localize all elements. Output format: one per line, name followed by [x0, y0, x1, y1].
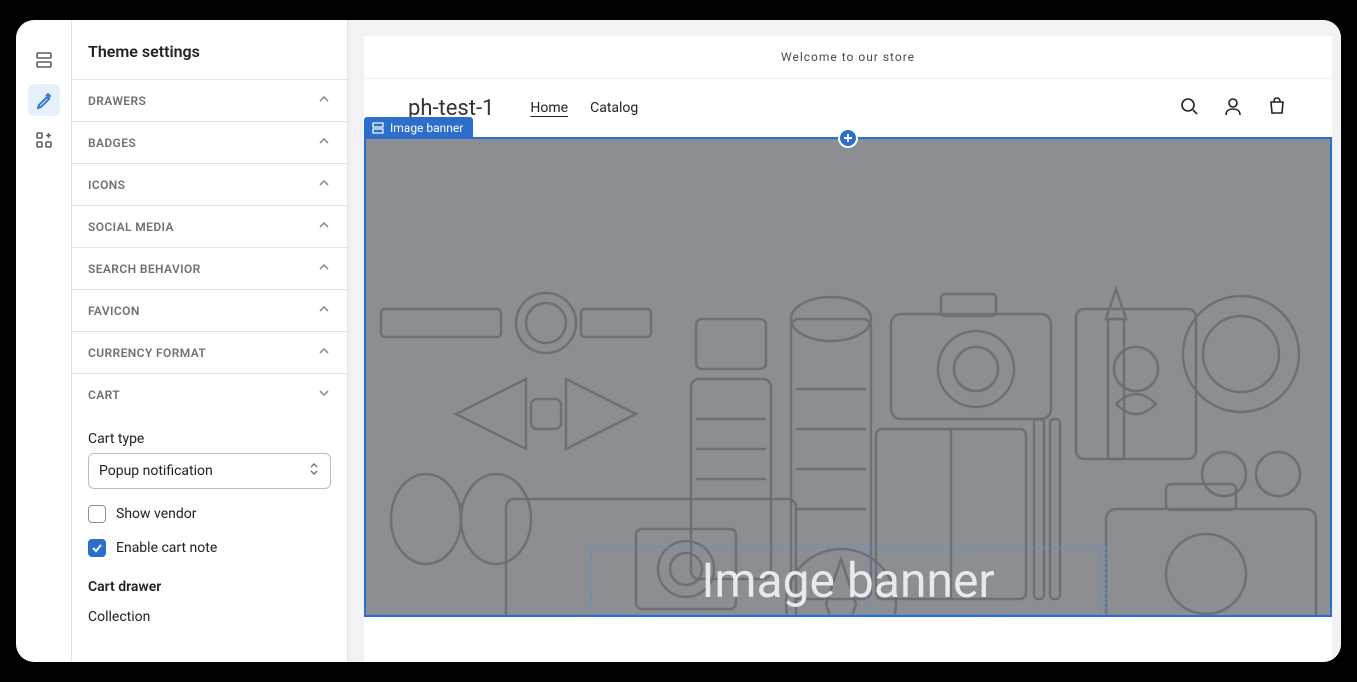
sections-tab-icon[interactable] — [28, 44, 60, 76]
settings-sidebar: Theme settings DRAWERS BADGES ICONS SOCI… — [72, 20, 348, 662]
show-vendor-label: Show vendor — [116, 506, 196, 522]
sidebar-title: Theme settings — [72, 20, 347, 79]
add-block-button[interactable] — [838, 128, 858, 148]
app-window: Theme settings DRAWERS BADGES ICONS SOCI… — [16, 20, 1341, 662]
chevron-down-icon — [317, 386, 331, 403]
section-badges[interactable]: BADGES — [72, 121, 347, 163]
section-cart[interactable]: CART — [72, 373, 347, 415]
section-label: FAVICON — [88, 304, 140, 318]
cart-icon[interactable] — [1266, 95, 1288, 121]
doodle-watchband — [376, 289, 656, 359]
banner-placeholder-image: Image banner — [366, 139, 1330, 615]
section-pill-label: Image banner — [390, 121, 463, 135]
doodle-bowtie — [446, 369, 646, 459]
show-vendor-row: Show vendor — [88, 505, 331, 523]
chevron-up-icon — [317, 260, 331, 277]
section-label: BADGES — [88, 136, 136, 150]
select-stepper-icon — [308, 461, 320, 481]
chevron-up-icon — [317, 344, 331, 361]
section-label: DRAWERS — [88, 94, 146, 108]
doodle-mug — [1176, 289, 1306, 419]
search-icon[interactable] — [1178, 95, 1200, 121]
storefront-preview: Welcome to our store ph-test-1 Home Cata… — [364, 36, 1332, 662]
plus-icon — [842, 132, 854, 144]
chevron-up-icon — [317, 92, 331, 109]
section-icons[interactable]: ICONS — [72, 163, 347, 205]
section-search-behavior[interactable]: SEARCH BEHAVIOR — [72, 247, 347, 289]
announcement-bar: Welcome to our store — [364, 36, 1332, 79]
section-label: ICONS — [88, 178, 125, 192]
apps-tab-icon[interactable] — [28, 124, 60, 156]
section-icon — [372, 122, 384, 134]
section-social-media[interactable]: SOCIAL MEDIA — [72, 205, 347, 247]
chevron-up-icon — [317, 218, 331, 235]
chevron-up-icon — [317, 302, 331, 319]
section-pill[interactable]: Image banner — [364, 117, 473, 139]
enable-cart-note-row: Enable cart note — [88, 539, 331, 557]
theme-settings-tab-icon[interactable] — [28, 84, 60, 116]
collection-setting[interactable]: Collection — [88, 609, 331, 625]
left-rail — [16, 20, 72, 662]
chevron-up-icon — [317, 134, 331, 151]
cart-type-select[interactable]: Popup notification — [88, 453, 331, 489]
account-icon[interactable] — [1222, 95, 1244, 121]
section-currency-format[interactable]: CURRENCY FORMAT — [72, 331, 347, 373]
section-label: SOCIAL MEDIA — [88, 220, 174, 234]
nav-catalog[interactable]: Catalog — [590, 100, 638, 116]
cart-type-value: Popup notification — [99, 463, 213, 479]
cart-type-label: Cart type — [88, 431, 331, 447]
section-label: SEARCH BEHAVIOR — [88, 262, 201, 276]
section-label: CART — [88, 388, 120, 402]
header-icons — [1178, 95, 1288, 121]
preview-canvas: Welcome to our store ph-test-1 Home Cata… — [348, 20, 1341, 662]
nav-home[interactable]: Home — [530, 100, 568, 116]
cart-body: Cart type Popup notification Show vendor… — [72, 415, 347, 641]
enable-cart-note-label: Enable cart note — [116, 540, 217, 556]
section-drawers[interactable]: DRAWERS — [72, 79, 347, 121]
nav-links: Home Catalog — [530, 100, 638, 116]
banner-heading: Image banner — [366, 552, 1330, 609]
enable-cart-note-checkbox[interactable] — [88, 539, 106, 557]
image-banner-section[interactable]: Image banner — [364, 137, 1332, 617]
show-vendor-checkbox[interactable] — [88, 505, 106, 523]
section-label: CURRENCY FORMAT — [88, 346, 206, 360]
chevron-up-icon — [317, 176, 331, 193]
section-favicon[interactable]: FAVICON — [72, 289, 347, 331]
cart-drawer-heading: Cart drawer — [88, 579, 331, 595]
